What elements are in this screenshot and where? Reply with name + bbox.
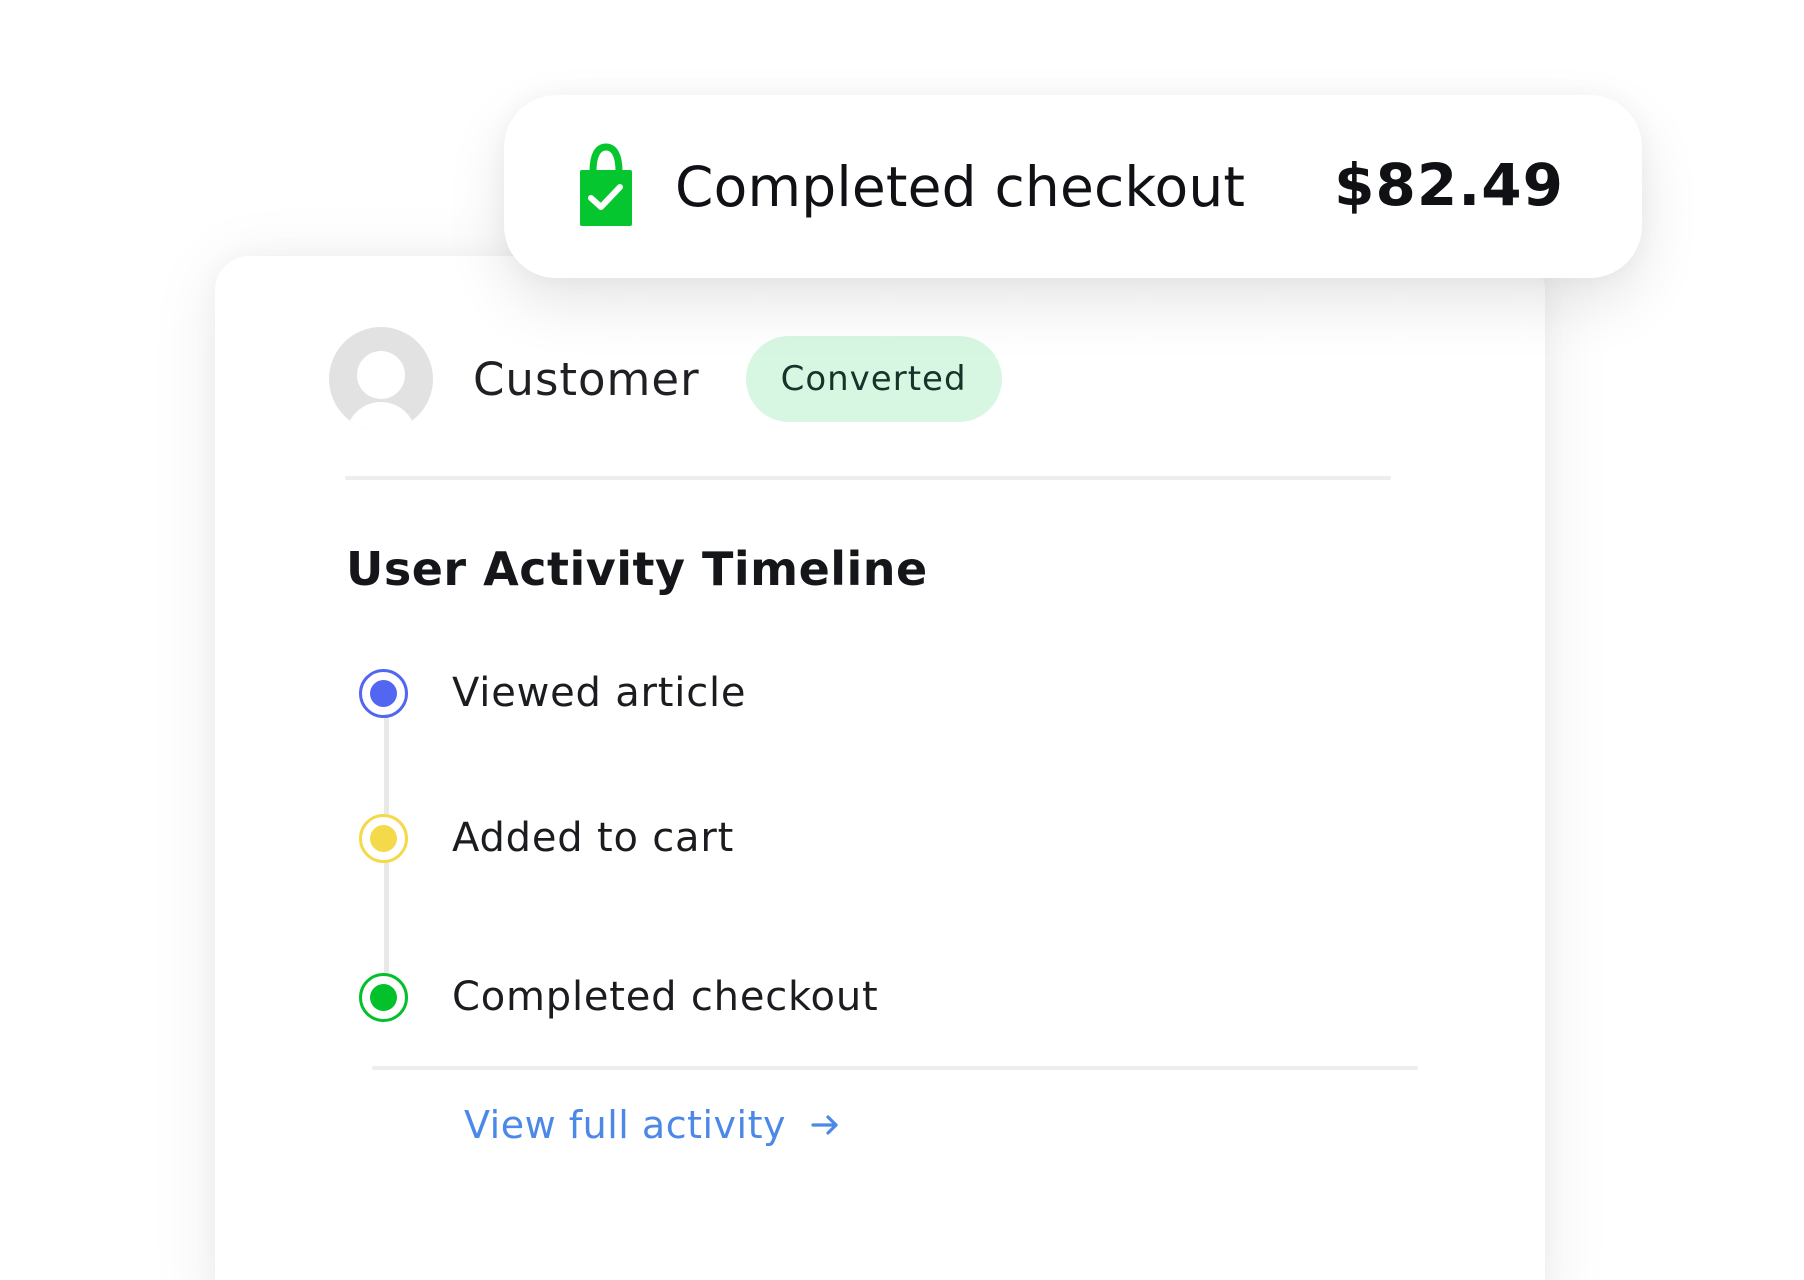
timeline-item-viewed-article: Viewed article <box>359 668 746 718</box>
footer-divider <box>372 1066 1418 1070</box>
activity-timeline: Viewed article Added to cart Completed c… <box>215 256 1545 1280</box>
timeline-item-label: Completed checkout <box>452 974 879 1020</box>
completed-checkout-notification: Completed checkout $82.49 <box>504 95 1642 278</box>
view-full-activity-link[interactable]: View full activity <box>464 1103 842 1147</box>
timeline-item-label: Added to cart <box>452 815 735 861</box>
checkout-amount: $82.49 <box>1334 151 1564 219</box>
timeline-dot-icon <box>359 813 408 863</box>
timeline-item-label: Viewed article <box>452 670 747 716</box>
shopping-bag-check-icon <box>580 143 632 226</box>
checkout-title: Completed checkout <box>675 155 1246 219</box>
customer-activity-card: Customer Converted User Activity Timelin… <box>215 256 1545 1280</box>
view-full-activity-label: View full activity <box>464 1103 786 1147</box>
activity-preview-canvas: Customer Converted User Activity Timelin… <box>0 0 1804 1280</box>
arrow-right-icon <box>811 1115 838 1135</box>
timeline-dot-icon <box>359 972 408 1022</box>
timeline-item-added-to-cart: Added to cart <box>359 813 734 863</box>
timeline-item-completed-checkout: Completed checkout <box>359 972 878 1022</box>
timeline-dot-icon <box>359 668 408 718</box>
